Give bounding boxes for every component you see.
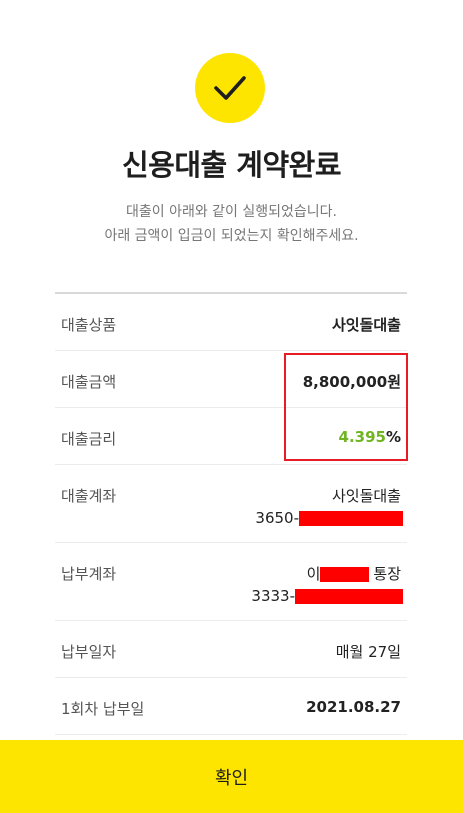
payment-day-value: 매월 27일 (335, 643, 401, 661)
redacted-block (295, 589, 403, 604)
repayment-account-name-prefix: 이 (306, 565, 321, 583)
loan-account-name: 사잇돌대출 (331, 487, 401, 505)
loan-account-label: 대출계좌 (61, 487, 117, 505)
loan-account-number-prefix: 3650- (255, 509, 299, 527)
row-loan-product: 대출상품 사잇돌대출 (55, 294, 407, 351)
payment-day-label: 납부일자 (61, 643, 117, 661)
loan-account-number: 3650- (255, 509, 403, 527)
row-payment-day: 납부일자 매월 27일 (55, 621, 407, 678)
success-check-badge (195, 53, 265, 123)
repayment-account-name: 이 통장 (307, 563, 401, 584)
page-subtitle: 대출이 아래와 같이 실행되었습니다. 아래 금액이 입금이 되었는지 확인해주… (0, 200, 463, 248)
redacted-block (299, 511, 403, 526)
repayment-account-number: 3333- (251, 587, 403, 605)
subtitle-line-2: 아래 금액이 입금이 되었는지 확인해주세요. (104, 228, 359, 244)
loan-product-value: 사잇돌대출 (331, 316, 401, 334)
row-repayment-account: 이 통장 납부계좌 3333- (55, 543, 407, 621)
highlight-annotation-box (284, 353, 408, 461)
loan-amount-label: 대출금액 (61, 373, 117, 391)
row-loan-account: 대출계좌 사잇돌대출 3650- (55, 465, 407, 543)
redacted-block (320, 567, 370, 582)
first-payment-value: 2021.08.27 (306, 698, 401, 716)
first-payment-label: 1회차 납부일 (61, 700, 145, 718)
repayment-account-number-prefix: 3333- (251, 587, 295, 605)
interest-rate-label: 대출금리 (61, 430, 117, 448)
subtitle-line-1: 대출이 아래와 같이 실행되었습니다. (126, 204, 337, 220)
check-icon (214, 76, 246, 100)
repayment-account-name-suffix: 통장 (373, 565, 401, 583)
row-first-payment-date: 1회차 납부일 2021.08.27 (55, 678, 407, 735)
confirm-button[interactable]: 확인 (0, 740, 463, 813)
repayment-account-label: 납부계좌 (61, 565, 117, 583)
loan-product-label: 대출상품 (61, 316, 117, 334)
page-title: 신용대출 계약완료 (121, 148, 342, 182)
